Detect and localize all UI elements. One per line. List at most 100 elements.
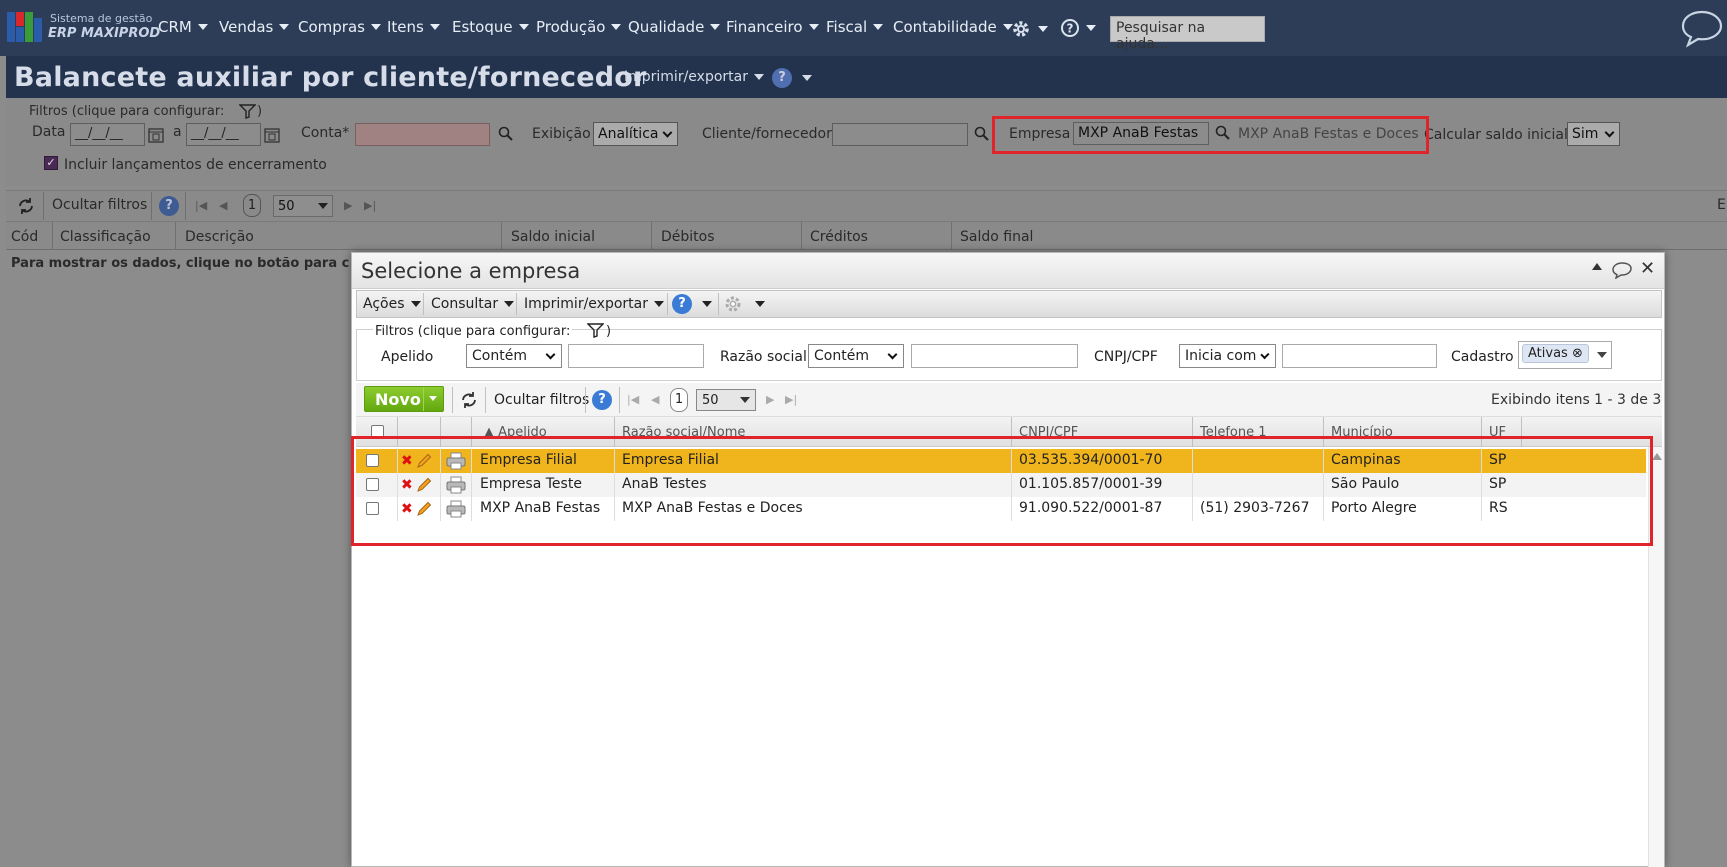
cliente-fornecedor-input[interactable]	[832, 123, 968, 146]
chevron-down-icon	[755, 301, 765, 307]
chevron-down-icon	[873, 24, 884, 30]
col-cod[interactable]: Cód	[11, 229, 38, 245]
dialog-menu-bar: Ações Consultar Imprimir/exportar ?	[356, 290, 1662, 318]
page-size-select[interactable]: 50	[273, 195, 333, 217]
dialog-settings-menu[interactable]	[723, 294, 765, 314]
col-classificacao[interactable]: Classificação	[60, 229, 151, 245]
help-icon: ?	[672, 294, 692, 314]
prev-page-icon[interactable]: ◀	[219, 199, 227, 212]
nav-crm[interactable]: CRM	[158, 18, 208, 36]
dialog-hide-filters-button[interactable]: Ocultar filtros	[494, 392, 589, 408]
cnpj-cpf-input[interactable]	[1282, 344, 1437, 368]
items-count-text: Exibindo itens 1 - 3 de 3	[1491, 392, 1662, 408]
cadastro-select[interactable]: Ativas ⊗	[1518, 341, 1612, 369]
close-icon[interactable]: ✕	[1640, 258, 1655, 279]
apelido-input[interactable]	[568, 344, 704, 368]
conta-input[interactable]	[355, 123, 490, 146]
razao-social-operator-select[interactable]: Contém	[808, 344, 904, 368]
search-icon[interactable]	[498, 126, 514, 142]
top-navigation-bar: Sistema de gestão ERP MAXIPROD CRM Venda…	[0, 0, 1727, 56]
col-descricao[interactable]: Descrição	[185, 229, 254, 245]
apelido-operator-select[interactable]: Contém	[466, 344, 562, 368]
filter-funnel-icon[interactable]	[239, 104, 256, 119]
imprimir-exportar-menu[interactable]: Imprimir/exportar	[524, 296, 664, 312]
calendar-icon[interactable]	[264, 126, 280, 143]
data-label: Data	[32, 124, 66, 140]
settings-menu[interactable]	[1010, 18, 1048, 40]
col-creditos[interactable]: Créditos	[810, 229, 868, 245]
dialog-page-number-input[interactable]: 1	[670, 388, 688, 412]
col-saldo-inicial[interactable]: Saldo inicial	[511, 229, 595, 245]
help-icon: ?	[772, 68, 792, 88]
razao-social-label: Razão social	[720, 349, 807, 365]
empty-grid-message: Para mostrar os dados, clique no botão p…	[11, 256, 350, 271]
dialog-header: Selecione a empresa ✕	[352, 253, 1664, 289]
cnpj-operator-select[interactable]: Inicia com	[1179, 344, 1276, 368]
novo-button[interactable]: Novo	[364, 386, 444, 412]
chevron-down-icon	[753, 74, 764, 80]
nav-producao[interactable]: Produção	[536, 18, 622, 36]
consultar-menu[interactable]: Consultar	[431, 296, 515, 312]
filters-legend[interactable]: Filtros (clique para configurar:	[29, 104, 224, 119]
last-page-icon[interactable]: ▶|	[364, 199, 376, 212]
calcular-saldo-select[interactable]: Sim	[1567, 122, 1620, 146]
novo-dropdown[interactable]	[423, 387, 443, 411]
first-page-icon[interactable]: |◀	[195, 199, 207, 212]
nav-contabilidade[interactable]: Contabilidade	[893, 18, 1013, 36]
cadastro-label: Cadastro	[1451, 349, 1514, 365]
novo-label: Novo	[375, 390, 421, 409]
date-from-input[interactable]: __/__/__	[70, 123, 145, 146]
hide-filters-button[interactable]: Ocultar filtros	[52, 197, 147, 213]
chevron-down-icon	[1260, 349, 1270, 359]
chevron-down-icon	[740, 397, 750, 403]
exibicao-select[interactable]: Analítica	[593, 122, 678, 146]
nav-compras[interactable]: Compras	[298, 18, 381, 36]
nav-itens[interactable]: Itens	[387, 18, 440, 36]
dialog-filters-legend-close: )	[606, 324, 612, 339]
next-page-icon[interactable]: ▶	[766, 393, 774, 406]
cnpj-cpf-label: CNPJ/CPF	[1094, 349, 1158, 365]
page-help-menu[interactable]: ?	[772, 68, 812, 88]
dialog-grid-toolbar: Novo Ocultar filtros ? |◀ ◀ 1 50 ▶ ▶| Ex…	[356, 383, 1662, 417]
encerramento-checkbox[interactable]: ✓	[44, 156, 58, 170]
dialog-filters-legend-text[interactable]: Filtros (clique para configurar:	[373, 324, 573, 339]
tag-remove-icon[interactable]: ⊗	[1572, 346, 1583, 361]
calendar-icon[interactable]	[148, 126, 164, 143]
help-icon[interactable]: ?	[592, 390, 612, 410]
help-menu[interactable]: ?	[1060, 18, 1096, 38]
collapse-icon[interactable]	[1592, 263, 1602, 270]
next-page-icon[interactable]: ▶	[344, 199, 352, 212]
dialog-page-size-select[interactable]: 50	[696, 389, 756, 411]
prev-page-icon[interactable]: ◀	[651, 393, 659, 406]
help-search-input[interactable]: Pesquisar na ajuda...	[1110, 16, 1265, 52]
nav-qualidade[interactable]: Qualidade	[628, 18, 721, 36]
razao-social-input[interactable]	[911, 344, 1078, 368]
date-to-input[interactable]: __/__/__	[186, 123, 261, 146]
rows-highlight-box	[351, 436, 1653, 546]
chat-bubble-icon[interactable]	[1680, 8, 1724, 48]
dialog-help-menu[interactable]: ?	[672, 294, 712, 314]
refresh-icon[interactable]	[459, 391, 479, 409]
print-export-menu[interactable]: Imprimir/exportar	[624, 69, 764, 85]
chevron-down-icon	[197, 24, 208, 30]
gear-icon	[1013, 21, 1029, 37]
last-page-icon[interactable]: ▶|	[785, 393, 797, 406]
nav-estoque[interactable]: Estoque	[452, 18, 529, 36]
help-icon[interactable]: ?	[159, 196, 179, 216]
acoes-menu[interactable]: Ações	[363, 296, 421, 312]
nav-financeiro[interactable]: Financeiro	[726, 18, 819, 36]
first-page-icon[interactable]: |◀	[627, 393, 639, 406]
chevron-down-icon	[1038, 26, 1048, 32]
scroll-up-icon[interactable]	[1652, 453, 1662, 460]
col-saldo-final[interactable]: Saldo final	[960, 229, 1033, 245]
col-debitos[interactable]: Débitos	[661, 229, 715, 245]
comment-icon[interactable]	[1612, 261, 1632, 279]
page-number-input[interactable]: 1	[243, 194, 261, 217]
chevron-down-icon	[653, 301, 664, 307]
filter-funnel-icon[interactable]	[587, 323, 604, 338]
refresh-icon[interactable]	[16, 197, 36, 215]
search-icon[interactable]	[974, 126, 990, 142]
nav-fiscal[interactable]: Fiscal	[826, 18, 884, 36]
nav-vendas[interactable]: Vendas	[219, 18, 290, 36]
cadastro-tag: Ativas ⊗	[1522, 344, 1589, 363]
